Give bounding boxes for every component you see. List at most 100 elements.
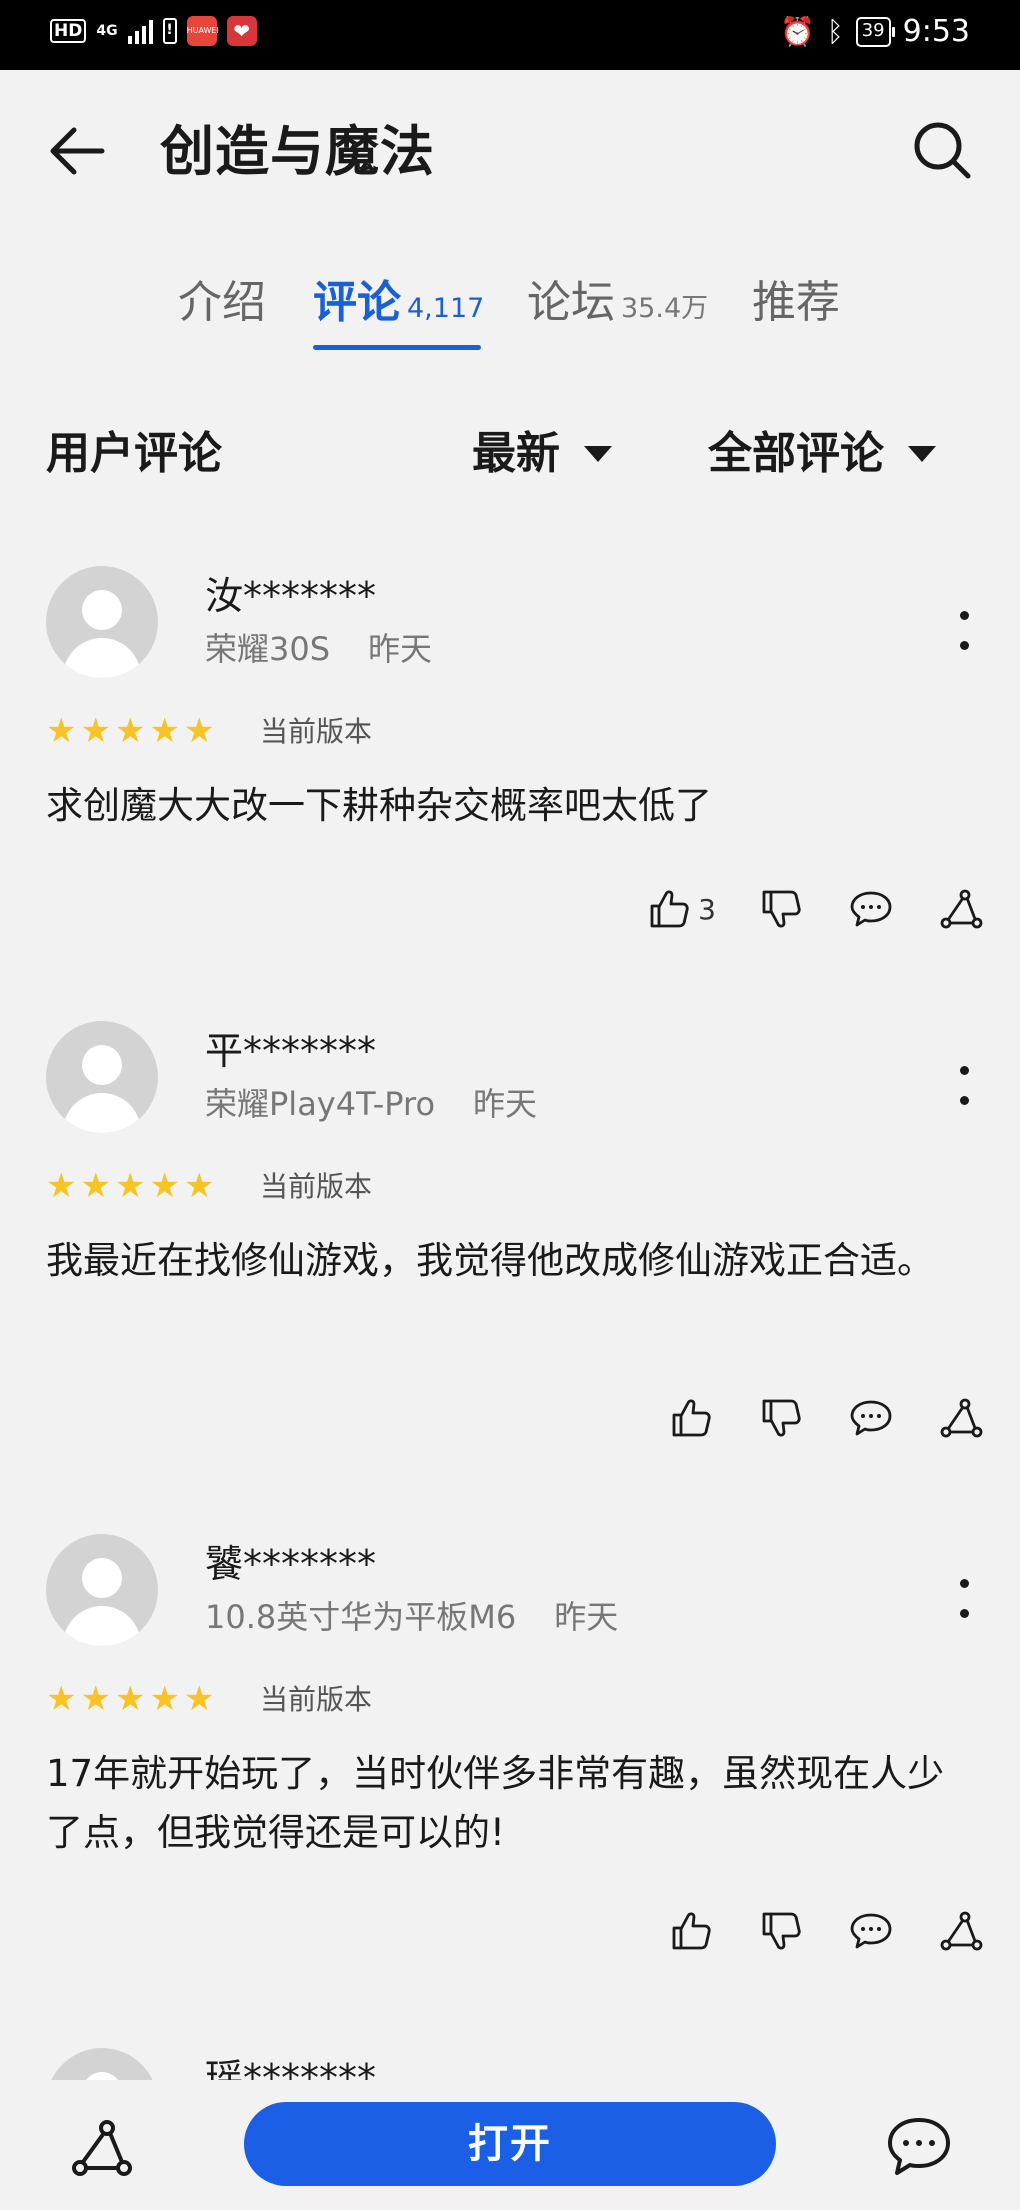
dislike-button[interactable] xyxy=(756,884,806,934)
tab-count: 4,117 xyxy=(407,293,485,324)
thumbs-up-icon xyxy=(672,1912,711,1950)
chat-button[interactable] xyxy=(884,2112,954,2182)
review-text: 17年就开始玩了，当时伙伴多非常有趣，虽然现在人少了点，但我觉得还是可以的! xyxy=(46,1752,945,1854)
heart-app-icon: ❤ xyxy=(226,16,257,46)
tab-bar: 介绍 评论 4,117 论坛 35.4万 推荐 xyxy=(0,265,1020,365)
clock: 9:53 xyxy=(902,14,970,49)
thumbs-up-icon xyxy=(672,1399,711,1437)
star-icon: ★ xyxy=(183,1679,215,1719)
thumbs-down-icon xyxy=(762,1912,801,1950)
share-icon xyxy=(72,2120,132,2176)
review-meta: 10.8英寸华为平板M6 昨天 xyxy=(205,1596,618,1638)
review-actions: 3 xyxy=(644,884,986,934)
scope-label: 全部评论 xyxy=(708,428,884,479)
more-options-button[interactable] xyxy=(944,596,984,666)
tab-intro[interactable]: 介绍 xyxy=(178,275,266,331)
thumbs-down-icon xyxy=(762,1399,801,1437)
thumbs-down-icon xyxy=(762,890,801,928)
page-title: 创造与魔法 xyxy=(160,120,435,183)
comment-icon xyxy=(850,1400,892,1436)
share-app-button[interactable] xyxy=(70,2116,134,2180)
tab-forum[interactable]: 论坛 35.4万 xyxy=(527,275,708,337)
tab-recommend[interactable]: 推荐 xyxy=(752,275,840,331)
back-arrow-icon xyxy=(50,127,105,175)
more-options-button[interactable] xyxy=(944,1564,984,1634)
avatar[interactable] xyxy=(46,1534,158,1646)
share-button[interactable] xyxy=(936,1906,986,1956)
search-button[interactable] xyxy=(910,118,976,184)
review-text: 求创魔大大改一下耕种杂交概率吧太低了 xyxy=(46,784,712,827)
star-icon: ★ xyxy=(114,1679,146,1719)
back-button[interactable] xyxy=(44,118,110,184)
alarm-icon: ⏰ xyxy=(780,15,815,48)
share-button[interactable] xyxy=(936,884,986,934)
avatar[interactable] xyxy=(46,566,158,678)
star-icon: ★ xyxy=(114,711,146,751)
star-icon: ★ xyxy=(46,1679,77,1719)
tab-count: 35.4万 xyxy=(621,293,709,324)
thumbs-up-icon xyxy=(644,884,694,934)
network-type: 4G xyxy=(96,22,118,39)
review-date: 昨天 xyxy=(368,630,433,668)
sort-dropdown[interactable]: 最新 xyxy=(472,425,612,483)
version-tag: 当前版本 xyxy=(260,1683,373,1716)
star-rating: ★ ★ ★ ★ ★ xyxy=(46,713,214,749)
version-tag: 当前版本 xyxy=(260,715,373,748)
review-filter-row: 用户评论 最新 全部评论 xyxy=(0,420,1020,490)
review-date: 昨天 xyxy=(473,1085,538,1123)
star-icon: ★ xyxy=(149,1679,180,1719)
active-tab-indicator xyxy=(313,345,481,350)
review-username: 汝******* xyxy=(205,574,377,618)
sim-alert-icon: ! xyxy=(162,18,177,44)
like-count: 3 xyxy=(698,892,716,926)
star-icon: ★ xyxy=(80,1679,111,1719)
review-device: 荣耀Play4T-Pro xyxy=(205,1085,436,1123)
dropdown-arrow-icon xyxy=(584,446,612,462)
comment-button[interactable] xyxy=(846,1906,896,1956)
review-card: 瑶******* xyxy=(0,2042,1020,2080)
bottom-bar: 打开 xyxy=(0,2080,1020,2210)
bluetooth-icon: ᛒ xyxy=(826,15,844,48)
app-bar: 创造与魔法 xyxy=(0,70,1020,230)
star-icon: ★ xyxy=(80,711,111,751)
more-options-button[interactable] xyxy=(944,1051,984,1121)
sort-label: 最新 xyxy=(472,428,560,479)
dislike-button[interactable] xyxy=(756,1393,806,1443)
search-icon xyxy=(914,122,971,179)
huawei-app-icon: HUAWEI xyxy=(186,16,219,46)
comment-button[interactable] xyxy=(846,1393,896,1443)
like-button[interactable] xyxy=(666,1906,716,1956)
comment-icon xyxy=(850,891,892,927)
star-icon: ★ xyxy=(46,711,77,751)
review-meta: 荣耀30S 昨天 xyxy=(205,628,432,670)
open-app-button[interactable]: 打开 xyxy=(244,2102,776,2186)
review-device: 10.8英寸华为平板M6 xyxy=(205,1598,517,1636)
scope-dropdown[interactable]: 全部评论 xyxy=(708,425,936,483)
review-username: 平******* xyxy=(205,1029,377,1073)
like-button[interactable]: 3 xyxy=(644,884,716,934)
star-icon: ★ xyxy=(80,1166,111,1206)
tab-label: 论坛 xyxy=(527,277,615,328)
share-icon xyxy=(940,889,983,929)
star-rating: ★ ★ ★ ★ ★ xyxy=(46,1681,214,1717)
section-title: 用户评论 xyxy=(46,428,222,479)
review-meta: 荣耀Play4T-Pro 昨天 xyxy=(205,1083,537,1125)
review-text: 我最近在找修仙游戏，我觉得他改成修仙游戏正合适。 xyxy=(46,1239,934,1282)
dislike-button[interactable] xyxy=(756,1906,806,1956)
avatar[interactable] xyxy=(46,1021,158,1133)
like-button[interactable] xyxy=(666,1393,716,1443)
dropdown-arrow-icon xyxy=(908,446,936,462)
signal-icon xyxy=(127,18,153,44)
tab-label: 推荐 xyxy=(752,277,840,328)
status-bar: HD 4G ! HUAWEI ❤ ⏰ ᛒ 39 9:53 xyxy=(0,0,1020,70)
review-device: 荣耀30S xyxy=(205,630,331,668)
tab-reviews[interactable]: 评论 4,117 xyxy=(313,275,484,337)
share-icon xyxy=(940,1398,983,1438)
review-actions xyxy=(666,1906,986,1956)
share-icon xyxy=(940,1911,983,1951)
avatar[interactable] xyxy=(46,2048,158,2080)
comment-button[interactable] xyxy=(846,884,896,934)
comment-icon xyxy=(850,1913,892,1949)
share-button[interactable] xyxy=(936,1393,986,1443)
star-icon: ★ xyxy=(149,1166,180,1206)
